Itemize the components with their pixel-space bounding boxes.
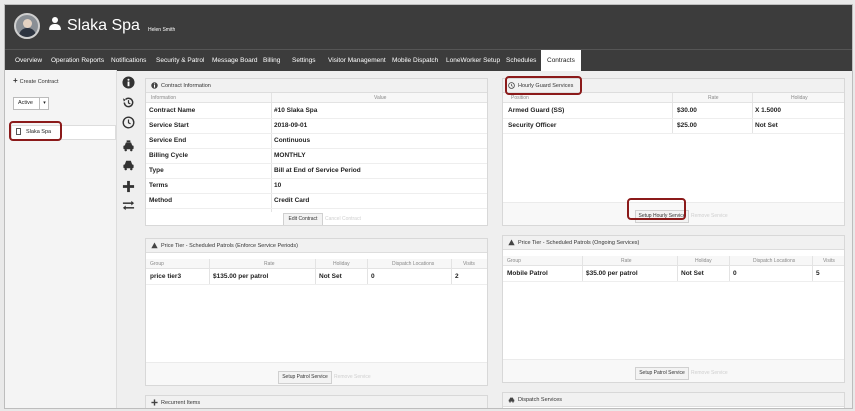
tab-message-board[interactable]: Message Board bbox=[212, 50, 258, 71]
remove-patrol-service-button[interactable]: Remove Service bbox=[691, 370, 728, 376]
tab-notifications[interactable]: Notifications bbox=[111, 50, 146, 71]
table-row: Service End Continuous bbox=[146, 133, 487, 149]
app-window: Slaka Spa Helen Smith Overview Operation… bbox=[4, 4, 853, 409]
table-header: Group Rate Holiday Dispatch Locations Vi… bbox=[503, 256, 844, 266]
status-filter-select[interactable]: Active ▾ bbox=[13, 97, 49, 110]
panel-title: Contract Information bbox=[161, 83, 211, 89]
info-icon[interactable] bbox=[122, 76, 135, 89]
taxi-icon[interactable] bbox=[122, 139, 135, 152]
tab-visitor-management[interactable]: Visitor Management bbox=[328, 50, 386, 71]
tab-security-patrol[interactable]: Security & Patrol bbox=[156, 50, 204, 71]
col-dispatch-locations: Dispatch Locations bbox=[392, 261, 435, 267]
table-row: Terms 10 bbox=[146, 178, 487, 194]
price-tier-ongoing-panel: Price Tier - Scheduled Patrols (Ongoing … bbox=[502, 235, 845, 383]
panel-header: Dispatch Services bbox=[503, 393, 844, 407]
table-row: Service Start 2018-09-01 bbox=[146, 118, 487, 134]
panel-title: Price Tier - Scheduled Patrols (Ongoing … bbox=[518, 240, 640, 246]
swap-icon[interactable] bbox=[122, 199, 135, 212]
action-icon-column bbox=[116, 70, 143, 408]
tab-settings[interactable]: Settings bbox=[292, 50, 316, 71]
plus-icon: + bbox=[13, 76, 18, 85]
col-visits: Visits bbox=[823, 258, 835, 264]
col-holiday: Holiday bbox=[333, 261, 350, 267]
client-header: Slaka Spa Helen Smith bbox=[5, 5, 852, 49]
car-icon[interactable] bbox=[122, 158, 135, 171]
plus-icon[interactable] bbox=[122, 180, 135, 193]
dispatch-services-panel: Dispatch Services bbox=[502, 392, 845, 408]
tab-contracts[interactable]: Contracts bbox=[541, 50, 581, 71]
col-rate: Rate bbox=[708, 95, 719, 101]
panel-header: Contract Information bbox=[146, 79, 487, 93]
tab-overview[interactable]: Overview bbox=[15, 50, 42, 71]
table-row: price tier3 $135.00 per patrol Not Set 0… bbox=[146, 269, 487, 285]
panel-title: Price Tier - Scheduled Patrols (Enforce … bbox=[161, 243, 298, 249]
price-tier-enforce-panel: Price Tier - Scheduled Patrols (Enforce … bbox=[145, 238, 488, 386]
create-contract-label: Create Contract bbox=[19, 79, 59, 85]
table-row: Armed Guard (SS) $30.00 X 1.5000 bbox=[503, 103, 844, 119]
info-icon bbox=[151, 82, 158, 89]
tab-loneworker-setup[interactable]: LoneWorker Setup bbox=[446, 50, 500, 71]
tab-billing[interactable]: Billing bbox=[263, 50, 280, 71]
col-value: Value bbox=[374, 95, 387, 101]
client-name: Slaka Spa bbox=[67, 17, 140, 34]
contracts-sidebar: + Create Contract Active ▾ Slaka Spa bbox=[5, 70, 117, 408]
remove-patrol-service-button[interactable]: Remove Service bbox=[334, 374, 371, 380]
client-avatar[interactable] bbox=[14, 13, 40, 39]
contract-information-panel: Contract Information Information Value C… bbox=[145, 78, 488, 226]
tab-mobile-dispatch[interactable]: Mobile Dispatch bbox=[392, 50, 438, 71]
table-row: Security Officer $25.00 Not Set bbox=[503, 118, 844, 134]
tab-operation-reports[interactable]: Operation Reports bbox=[51, 50, 104, 71]
main-nav: Overview Operation Reports Notifications… bbox=[5, 49, 852, 71]
col-group: Group bbox=[150, 261, 164, 267]
highlight-annotation bbox=[627, 198, 686, 220]
tab-schedules[interactable]: Schedules bbox=[506, 50, 536, 71]
highlight-annotation bbox=[9, 121, 62, 141]
table-header: Group Rate Holiday Dispatch Locations Vi… bbox=[146, 259, 487, 269]
clock-icon[interactable] bbox=[122, 116, 135, 129]
table-header: Information Value bbox=[146, 93, 487, 103]
setup-patrol-service-button[interactable]: Setup Patrol Service bbox=[635, 367, 689, 380]
highlight-annotation bbox=[505, 76, 582, 95]
panel-title: Dispatch Services bbox=[518, 397, 563, 403]
col-rate: Rate bbox=[264, 261, 275, 267]
warning-icon bbox=[508, 239, 515, 246]
create-contract-button[interactable]: + Create Contract bbox=[13, 76, 59, 85]
col-information: Information bbox=[151, 95, 177, 101]
table-row: Type Bill at End of Service Period bbox=[146, 163, 487, 179]
col-group: Group bbox=[507, 258, 521, 264]
col-visits: Visits bbox=[463, 261, 475, 267]
edit-contract-button[interactable]: Edit Contract bbox=[283, 213, 323, 225]
col-rate: Rate bbox=[621, 258, 632, 264]
col-dispatch-locations: Dispatch Locations bbox=[753, 258, 796, 264]
user-icon bbox=[48, 17, 62, 31]
col-holiday: Holiday bbox=[791, 95, 808, 101]
car-icon bbox=[508, 397, 515, 403]
history-icon[interactable] bbox=[122, 96, 135, 109]
cancel-contract-button[interactable]: Cancel Contract bbox=[325, 216, 361, 222]
warning-icon bbox=[151, 242, 158, 249]
recurrent-items-panel: Recurrent Items bbox=[145, 395, 488, 408]
chevron-down-icon: ▾ bbox=[39, 98, 49, 109]
table-row: Billing Cycle MONTHLY bbox=[146, 148, 487, 164]
col-position: Position bbox=[511, 95, 529, 101]
table-row: Mobile Patrol $35.00 per patrol Not Set … bbox=[503, 266, 844, 282]
col-holiday: Holiday bbox=[695, 258, 712, 264]
setup-patrol-service-button[interactable]: Setup Patrol Service bbox=[278, 371, 332, 384]
table-row: Contract Name #10 Slaka Spa bbox=[146, 103, 487, 119]
remove-hourly-service-button[interactable]: Remove Service bbox=[691, 213, 728, 219]
panel-header: Recurrent Items bbox=[146, 396, 487, 408]
panel-title: Recurrent Items bbox=[161, 400, 201, 406]
panel-header: Price Tier - Scheduled Patrols (Ongoing … bbox=[503, 236, 844, 250]
client-subtitle: Helen Smith bbox=[148, 27, 176, 33]
panel-header: Price Tier - Scheduled Patrols (Enforce … bbox=[146, 239, 487, 253]
plus-icon bbox=[151, 399, 158, 406]
status-filter-value: Active bbox=[18, 100, 33, 106]
table-row: Method Credit Card bbox=[146, 193, 487, 209]
